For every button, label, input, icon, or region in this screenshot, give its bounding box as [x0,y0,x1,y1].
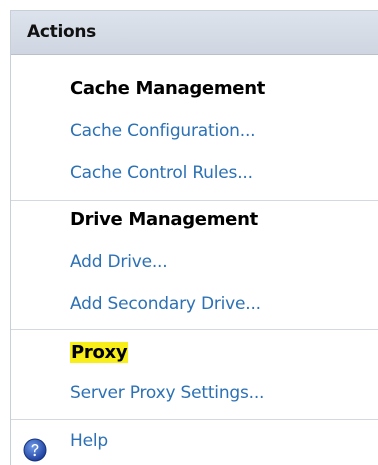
section-divider [11,200,378,201]
section-title-drive-management: Drive Management [70,209,258,230]
panel-title: Actions [27,22,96,42]
add-secondary-drive-link[interactable]: Add Secondary Drive... [70,294,261,314]
server-proxy-settings-link[interactable]: Server Proxy Settings... [70,383,264,403]
section-divider [11,419,378,420]
section-divider [11,329,378,330]
section-title-cache-management: Cache Management [70,78,266,99]
cache-control-rules-link[interactable]: Cache Control Rules... [70,163,253,183]
add-drive-link[interactable]: Add Drive... [70,252,168,272]
actions-panel: Actions Cache Management Cache Configura… [10,10,378,465]
section-title-proxy: Proxy [70,342,129,363]
cache-configuration-link[interactable]: Cache Configuration... [70,121,256,141]
actions-panel-header: Actions [11,11,378,55]
proxy-highlight: Proxy [70,342,129,363]
help-link[interactable]: Help [70,431,108,451]
help-icon[interactable] [23,438,47,462]
